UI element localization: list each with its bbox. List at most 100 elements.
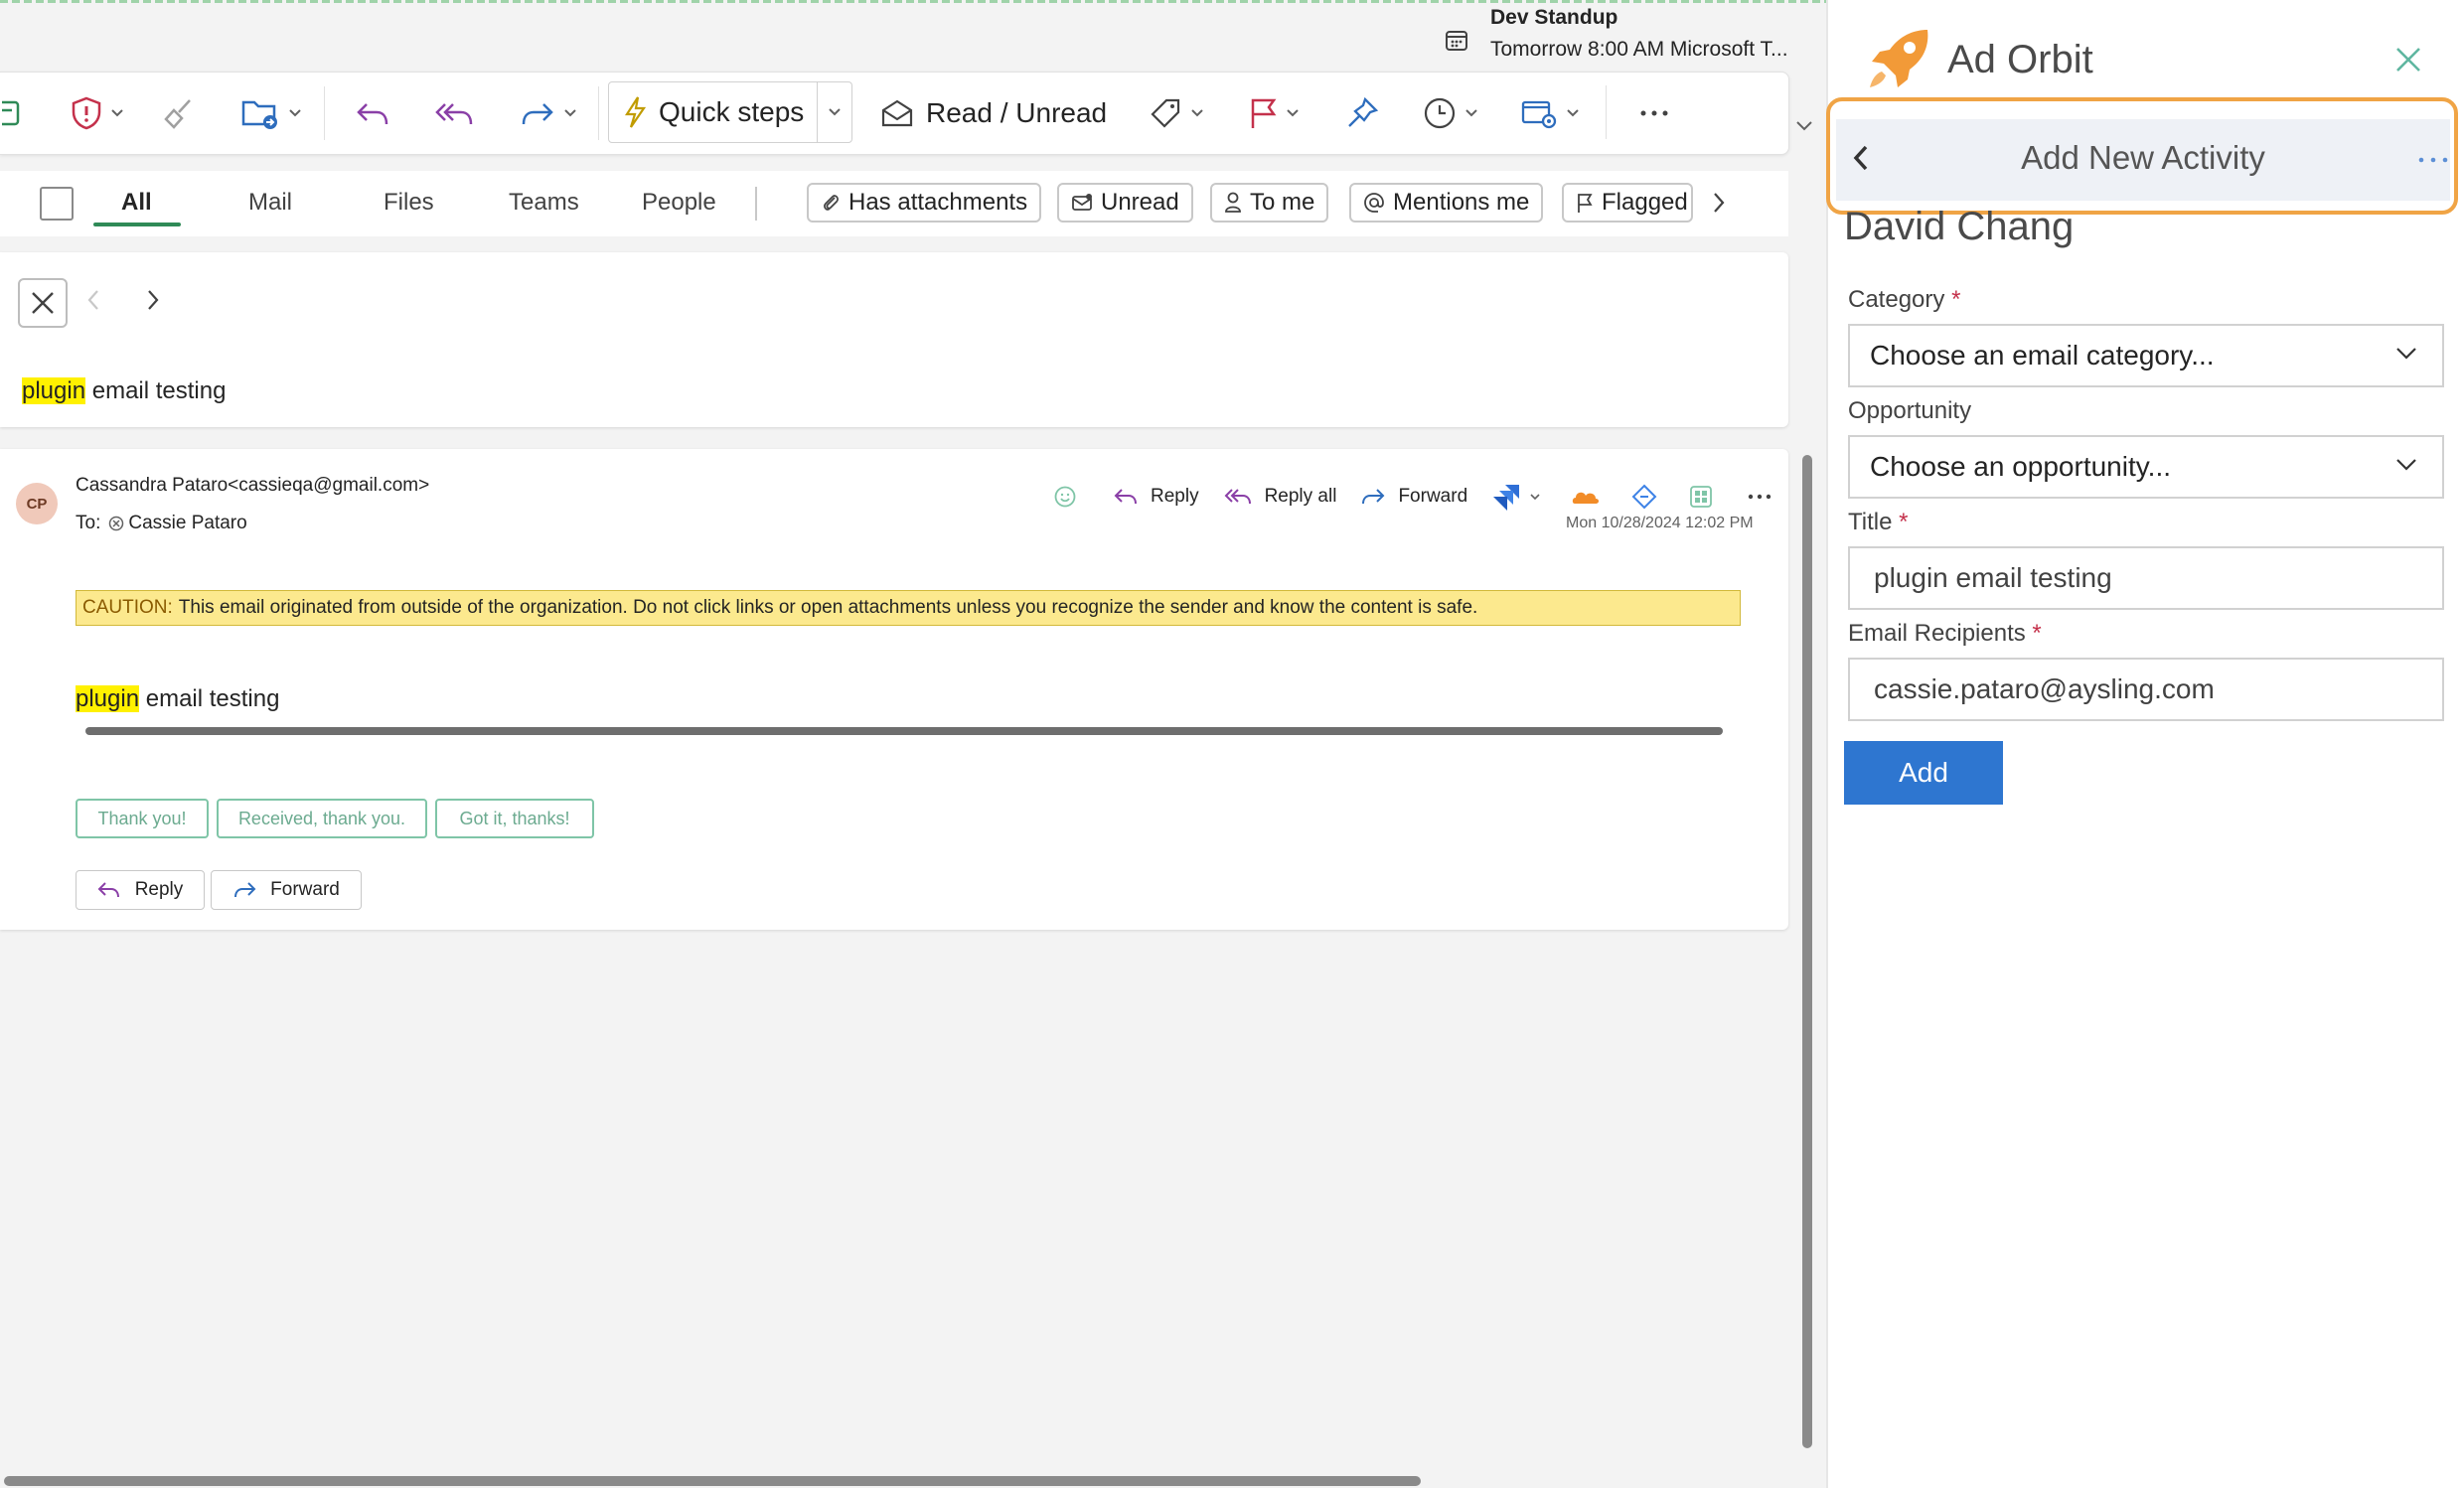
tab-mail[interactable]: Mail: [248, 189, 292, 217]
close-reading-pane-button[interactable]: [18, 278, 68, 328]
footer-reply-button[interactable]: Reply: [76, 870, 205, 910]
footer-reply-label: Reply: [134, 879, 184, 900]
cloud-icon: [1571, 486, 1613, 508]
suggested-reply-1[interactable]: Thank you!: [76, 799, 209, 838]
lightning-icon: [623, 95, 647, 129]
forward-icon: [1360, 487, 1398, 507]
avatar[interactable]: CP: [16, 483, 58, 524]
category-select[interactable]: Choose an email category...: [1848, 324, 2444, 387]
reply-all-action[interactable]: Reply all: [1223, 486, 1337, 508]
calendar-reminder[interactable]: Dev Standup Tomorrow 8:00 AM Microsoft T…: [1439, 4, 1816, 64]
read-unread-button[interactable]: Read / Unread: [880, 95, 1107, 131]
filter-flagged[interactable]: Flagged: [1562, 183, 1693, 223]
cloud-addin-button[interactable]: [1571, 486, 1613, 508]
flag-button[interactable]: [1248, 95, 1300, 131]
sender-address[interactable]: Cassandra Pataro<cassieqa@gmail.com>: [76, 475, 429, 497]
recipient-line: To: Cassie Pataro: [76, 513, 247, 534]
required-marker: *: [2032, 620, 2042, 647]
reaction-button[interactable]: [1053, 485, 1089, 509]
addin-title: Ad Orbit: [1947, 38, 2093, 81]
body-divider: [85, 727, 1723, 735]
nav-more-ellipsis-icon[interactable]: [2418, 157, 2448, 163]
broom-icon: [162, 96, 196, 130]
tab-people[interactable]: People: [642, 189, 716, 217]
forward-action[interactable]: Forward: [1360, 486, 1467, 508]
back-chevron-icon[interactable]: [1850, 143, 1872, 173]
archive-icon[interactable]: [0, 73, 24, 154]
category-label: Category *: [1848, 286, 1960, 314]
chevron-down-icon: [1566, 108, 1580, 118]
filter-to-me[interactable]: To me: [1210, 183, 1329, 223]
tab-teams[interactable]: Teams: [509, 189, 579, 217]
grid-icon: [1688, 484, 1726, 510]
forward-icon: [232, 881, 270, 899]
tab-all[interactable]: All: [121, 189, 152, 217]
message-actions: Reply Reply all Forward: [1053, 479, 1807, 515]
required-marker: *: [1951, 286, 1961, 313]
vertical-scrollbar[interactable]: [1802, 455, 1812, 1448]
filter-unread[interactable]: Unread: [1057, 183, 1193, 223]
subject-text: email testing: [85, 377, 227, 404]
jira-addin-button[interactable]: [1491, 483, 1553, 511]
reminder-detail: Tomorrow 8:00 AM Microsoft T...: [1490, 38, 1788, 61]
paperclip-icon: [821, 192, 848, 214]
email-recipients-label-text: Email Recipients: [1848, 620, 2026, 647]
read-unread-label: Read / Unread: [926, 97, 1108, 128]
snooze-button[interactable]: [1423, 95, 1478, 131]
reply-all-button[interactable]: [429, 73, 479, 154]
opportunity-select[interactable]: Choose an opportunity...: [1848, 435, 2444, 499]
sweep-button[interactable]: [159, 73, 199, 154]
next-item-chevron-icon[interactable]: [145, 288, 161, 312]
nav-title: Add New Activity: [2021, 139, 2265, 176]
filter-has-attachments[interactable]: Has attachments: [807, 183, 1042, 223]
body-text: email testing: [139, 685, 280, 712]
add-button[interactable]: Add: [1844, 741, 2003, 805]
chevron-down-icon[interactable]: [817, 82, 851, 142]
reply-all-action-label: Reply all: [1264, 486, 1337, 507]
categorize-button[interactable]: [1149, 95, 1204, 131]
footer-forward-button[interactable]: Forward: [211, 870, 362, 910]
pin-button[interactable]: [1345, 95, 1379, 131]
ribbon-divider: [598, 86, 599, 140]
filter-has-attachments-label: Has attachments: [848, 189, 1028, 216]
recipient-name[interactable]: Cassie Pataro: [128, 513, 246, 534]
flag-icon: [1248, 96, 1278, 130]
title-input[interactable]: plugin email testing: [1848, 546, 2444, 610]
diamond-addin-button[interactable]: [1630, 483, 1670, 511]
message-body: plugin email testing: [76, 685, 279, 713]
chevron-down-icon: [1529, 493, 1553, 501]
grid-addin-button[interactable]: [1688, 484, 1726, 510]
close-pane-icon[interactable]: [2394, 46, 2422, 74]
forward-button[interactable]: [509, 73, 588, 154]
top-border: [0, 0, 1826, 3]
filter-divider: [755, 187, 757, 221]
jira-icon: [1491, 483, 1533, 511]
report-button[interactable]: [60, 73, 135, 154]
close-icon: [30, 290, 56, 316]
suggested-reply-3[interactable]: Got it, thanks!: [435, 799, 594, 838]
select-all-checkbox[interactable]: [40, 187, 74, 221]
rules-button[interactable]: [1520, 95, 1580, 131]
quick-steps-label: Quick steps: [659, 96, 805, 127]
tab-files[interactable]: Files: [384, 189, 434, 217]
diamond-link-icon: [1630, 483, 1670, 511]
previous-item-chevron-icon[interactable]: [85, 288, 101, 312]
subject-highlight: plugin: [22, 377, 86, 404]
person-icon: [1224, 192, 1250, 214]
email-recipients-input[interactable]: cassie.pataro@aysling.com: [1848, 658, 2444, 721]
message-more-button[interactable]: [1748, 494, 1783, 500]
filter-scroll-right-chevron-icon[interactable]: [1711, 191, 1727, 215]
suggested-reply-2[interactable]: Received, thank you.: [217, 799, 427, 838]
quick-steps-button[interactable]: Quick steps: [608, 81, 852, 143]
reply-action[interactable]: Reply: [1113, 486, 1199, 508]
horizontal-scrollbar[interactable]: [4, 1476, 1421, 1486]
filter-mentions-me-label: Mentions me: [1393, 189, 1530, 216]
ribbon-expand-chevron-icon[interactable]: [1794, 119, 1814, 133]
reply-button[interactable]: [350, 73, 395, 154]
chevron-down-icon: [2394, 346, 2418, 362]
envelope-open-icon: [880, 98, 914, 128]
move-to-button[interactable]: [236, 73, 306, 154]
more-options-button[interactable]: [1639, 95, 1669, 131]
filter-mentions-me[interactable]: Mentions me: [1349, 183, 1544, 223]
envelope-icon: [1071, 193, 1101, 213]
